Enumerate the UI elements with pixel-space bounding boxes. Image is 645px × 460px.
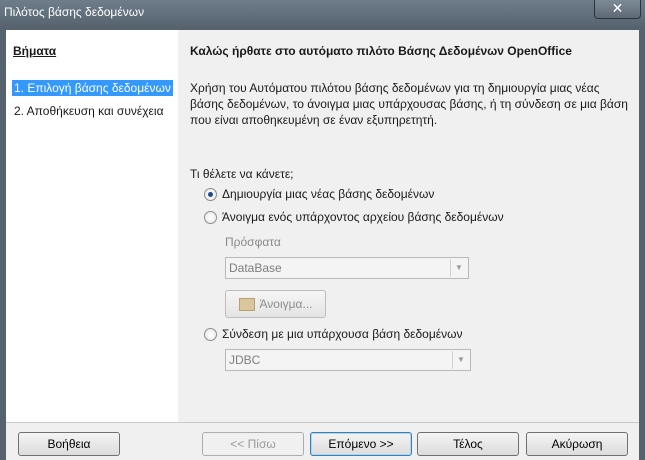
dialog-client: Βήματα 1. Επιλογή βάσης δεδομένων 2. Απο… <box>6 30 639 460</box>
title-bar[interactable]: Πιλότος βάσης δεδομένων ✕ <box>0 0 645 28</box>
main-panel: Καλώς ήρθατε στο αυτόματο πιλότο Βάσης Δ… <box>178 30 639 422</box>
step-save-and-proceed[interactable]: 2. Αποθήκευση και συνέχεια <box>12 103 166 119</box>
connect-existing-label: Σύνδεση με μια υπάρχουσα βάση δεδομένων <box>222 327 463 341</box>
connection-type-dropdown[interactable]: JDBC ▼ <box>225 349 471 371</box>
cancel-button[interactable]: Ακύρωση <box>526 432 628 456</box>
back-button[interactable]: << Πίσω <box>202 432 304 456</box>
connect-existing-option[interactable]: Σύνδεση με μια υπάρχουσα βάση δεδομένων <box>204 326 462 342</box>
open-file-label: Άνοιγμα... <box>259 297 313 311</box>
create-new-option[interactable]: Δημιουργία μιας νέας βάσης δεδομένων <box>204 186 434 202</box>
open-file-button[interactable]: Άνοιγμα... <box>225 290 326 318</box>
create-new-label: Δημιουργία μιας νέας βάσης δεδομένων <box>222 187 435 201</box>
dropdown-arrow-icon[interactable]: ▼ <box>450 259 467 277</box>
create-new-radio[interactable] <box>204 187 217 201</box>
recent-files-value: DataBase <box>229 261 282 275</box>
step-select-database[interactable]: 1. Επιλογή βάσης δεδομένων <box>12 80 173 96</box>
help-button[interactable]: Βοήθεια <box>18 432 120 456</box>
dropdown-arrow-icon[interactable]: ▼ <box>452 351 469 369</box>
connect-existing-radio[interactable] <box>204 327 217 341</box>
question-label: Τι θέλετε να κάνετε; <box>190 167 294 181</box>
recent-label: Πρόσφατα <box>225 235 281 249</box>
recent-files-dropdown[interactable]: DataBase ▼ <box>225 257 469 279</box>
connection-type-value: JDBC <box>229 353 261 367</box>
intro-text: Χρήση του Αυτόματου πιλότου βάσης δεδομέ… <box>190 81 628 127</box>
open-existing-label: Άνοιγμα ενός υπάρχοντος αρχείου βάσης δε… <box>222 210 504 224</box>
close-button[interactable]: ✕ <box>594 0 641 19</box>
window-title: Πιλότος βάσης δεδομένων <box>4 5 145 19</box>
button-bar: Βοήθεια << Πίσω Επόμενο >> Τέλος Ακύρωση <box>6 423 639 460</box>
open-existing-option[interactable]: Άνοιγμα ενός υπάρχοντος αρχείου βάσης δε… <box>204 209 504 225</box>
steps-panel: Βήματα 1. Επιλογή βάσης δεδομένων 2. Απο… <box>6 30 178 422</box>
finish-button[interactable]: Τέλος <box>417 432 519 456</box>
page-title: Καλώς ήρθατε στο αυτόματο πιλότο Βάσης Δ… <box>190 44 572 58</box>
next-button[interactable]: Επόμενο >> <box>310 432 412 456</box>
close-icon: ✕ <box>611 0 624 16</box>
steps-heading: Βήματα <box>13 44 57 58</box>
open-existing-radio[interactable] <box>204 210 217 224</box>
folder-icon <box>238 297 255 311</box>
